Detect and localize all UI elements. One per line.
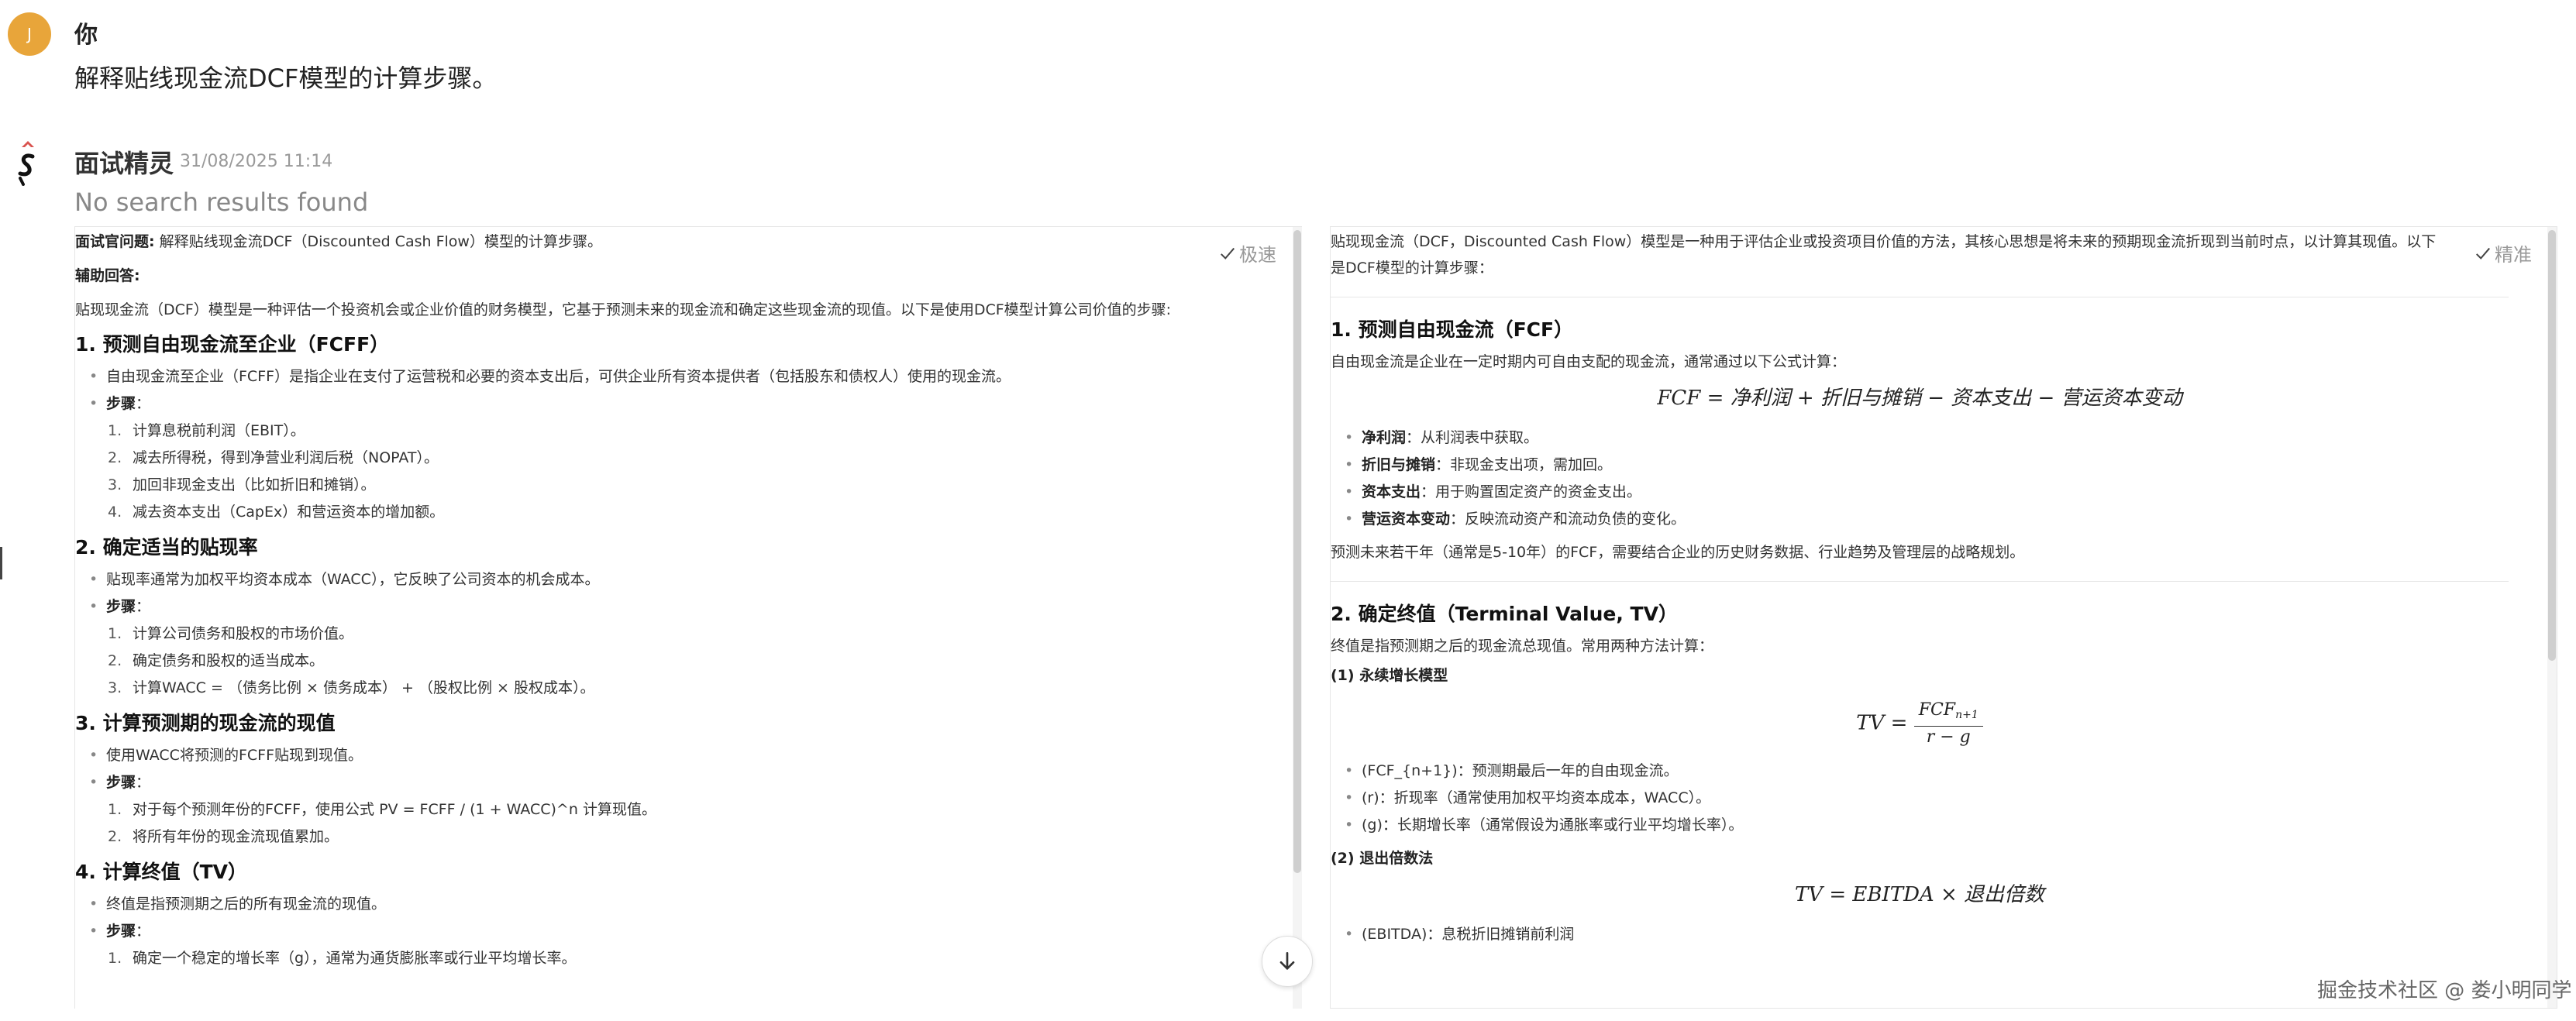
list-item: 步骤： bbox=[89, 918, 1253, 945]
section-desc: 自由现金流是企业在一定时期内可自由支配的现金流，通常通过以下公式计算： bbox=[1331, 353, 1847, 370]
mode-badge-fast: 极速 bbox=[1219, 239, 1276, 266]
formula-fcf: FCF = 净利润 + 折旧与摊销 − 资本支出 − 营运资本变动 bbox=[1657, 387, 2182, 410]
section-desc: 终值是指预测期之后的现金流总现值。常用两种方法计算： bbox=[1331, 638, 1714, 655]
check-icon bbox=[1221, 247, 1235, 260]
list-item: 资本支出：用于购置固定资产的资金支出。 bbox=[1345, 479, 2509, 506]
list-item: 终值是指预测期之后的所有现金流的现值。 bbox=[89, 891, 1253, 918]
list-item: 步骤： bbox=[89, 593, 1253, 621]
question-text: 解释贴线现金流DCF（Discounted Cash Flow）模型的计算步骤。 bbox=[154, 233, 602, 250]
divider bbox=[1331, 581, 2509, 582]
list-item: 使用WACC将预测的FCFF贴现到现值。 bbox=[89, 742, 1253, 769]
list-item: 3. 加回非现金支出（比如折旧和摊销）。 bbox=[108, 476, 376, 493]
list-item: 2. 将所有年份的现金流现值累加。 bbox=[108, 828, 339, 845]
list-item: 净利润：从利润表中获取。 bbox=[1345, 425, 2509, 452]
list-item: 步骤： bbox=[89, 769, 1253, 796]
list-item: 1. 计算息税前利润（EBIT）。 bbox=[108, 422, 305, 439]
aux-label: 辅助回答: bbox=[75, 267, 140, 284]
list-item: 1. 对于每个预测年份的FCFF，使用公式 PV = FCFF / (1 + WA… bbox=[108, 801, 656, 818]
scroll-thumb[interactable] bbox=[1293, 230, 1301, 873]
method-title: (2) 退出倍数法 bbox=[1331, 850, 1434, 867]
user-avatar: J bbox=[8, 12, 51, 56]
no-search-results: No search results found bbox=[74, 187, 369, 217]
list-item: 4. 减去资本支出（CapEx）和营运资本的增加额。 bbox=[108, 504, 445, 521]
list-item: 营运资本变动：反映流动资产和流动负债的变化。 bbox=[1345, 506, 2509, 533]
mode-label: 极速 bbox=[1239, 244, 1276, 266]
list-item: (FCF_{n+1})：预测期最后一年的自由现金流。 bbox=[1345, 758, 2509, 785]
list-item: 2. 确定债务和股权的适当成本。 bbox=[108, 652, 325, 669]
bot-name: 面试精灵 bbox=[74, 149, 174, 178]
list-item: 贴现率通常为加权平均资本成本（WACC），它反映了公司资本的机会成本。 bbox=[89, 566, 1253, 593]
answer-panel-precise[interactable]: 精准 贴现现金流（DCF，Discounted Cash Flow）模型是一种用… bbox=[1330, 226, 2557, 1009]
list-item: 自由现金流至企业（FCFF）是指企业在支付了运营税和必要的资本支出后，可供企业所… bbox=[89, 363, 1253, 390]
section-title: 1. 预测自由现金流（FCF） bbox=[1331, 318, 1574, 341]
mode-badge-precise: 精准 bbox=[2474, 239, 2532, 266]
bot-logo-icon bbox=[18, 141, 35, 186]
check-icon bbox=[2476, 247, 2491, 260]
user-message: 解释贴线现金流DCF模型的计算步骤。 bbox=[74, 64, 498, 93]
intro-text: 贴现现金流（DCF，Discounted Cash Flow）模型是一种用于评估… bbox=[1331, 233, 2437, 277]
list-item: 3. 计算WACC = （债务比例 × 债务成本） + （股权比例 × 股权成本）… bbox=[108, 679, 595, 696]
section-title: 1. 预测自由现金流至企业（FCFF） bbox=[75, 333, 390, 356]
section-note: 预测未来若干年（通常是5-10年）的FCF，需要结合企业的历史财务数据、行业趋势… bbox=[1331, 544, 2025, 561]
list-item: 1. 确定一个稳定的增长率（g），通常为通货膨胀率或行业平均增长率。 bbox=[108, 950, 577, 967]
answer-content: 贴现现金流（DCF，Discounted Cash Flow）模型是一种用于评估… bbox=[1331, 229, 2524, 948]
answer-content: 面试官问题: 解释贴线现金流DCF（Discounted Cash Flow）模… bbox=[75, 229, 1269, 972]
list-item: (r)：折现率（通常使用加权平均资本成本，WACC）。 bbox=[1345, 785, 2509, 812]
question-label: 面试官问题: bbox=[75, 233, 155, 250]
avatar-letter: J bbox=[27, 25, 32, 43]
list-item: 步骤： bbox=[89, 390, 1253, 418]
intro-text: 贴现现金流（DCF）模型是一种评估一个投资机会或企业价值的财务模型，它基于预测未… bbox=[75, 301, 1172, 318]
watermark: 掘金技术社区 @ 娄小明同学 bbox=[2317, 979, 2572, 1002]
bot-timestamp: 31/08/2025 11:14 bbox=[180, 152, 333, 171]
scrollbar-left[interactable] bbox=[1293, 227, 1302, 1009]
section-title: 3. 计算预测期的现金流的现值 bbox=[75, 712, 336, 734]
method-title: (1) 永续增长模型 bbox=[1331, 667, 1448, 684]
list-item: (g)：长期增长率（通常假设为通胀率或行业平均增长率）。 bbox=[1345, 812, 2509, 839]
scrollbar-right[interactable] bbox=[2547, 227, 2557, 1008]
list-item: 折旧与摊销：非现金支出项，需加回。 bbox=[1345, 452, 2509, 479]
list-item: 1. 计算公司债务和股权的市场价值。 bbox=[108, 625, 354, 642]
section-title: 2. 确定适当的贴现率 bbox=[75, 536, 258, 559]
user-name: 你 bbox=[74, 22, 98, 49]
formula-tv: TV = FCFn+1 r − g bbox=[1331, 700, 2509, 748]
list-item: (EBITDA)：息税折旧摊销前利润 bbox=[1345, 921, 2509, 948]
scroll-thumb[interactable] bbox=[2548, 230, 2556, 661]
formula-exit-multiple: TV = EBITDA × 退出倍数 bbox=[1794, 883, 2045, 906]
mode-label: 精准 bbox=[2495, 244, 2532, 266]
text-cursor-marker bbox=[0, 547, 2, 579]
section-title: 4. 计算终值（TV） bbox=[75, 861, 247, 883]
arrow-down-icon bbox=[1279, 952, 1295, 970]
answer-panel-fast[interactable]: 极速 面试官问题: 解释贴线现金流DCF（Discounted Cash Flo… bbox=[74, 226, 1302, 1009]
list-item: 2. 减去所得税，得到净营业利润后税（NOPAT）。 bbox=[108, 449, 439, 466]
scroll-to-bottom-button[interactable] bbox=[1262, 936, 1313, 987]
section-title: 2. 确定终值（Terminal Value, TV） bbox=[1331, 603, 1678, 625]
